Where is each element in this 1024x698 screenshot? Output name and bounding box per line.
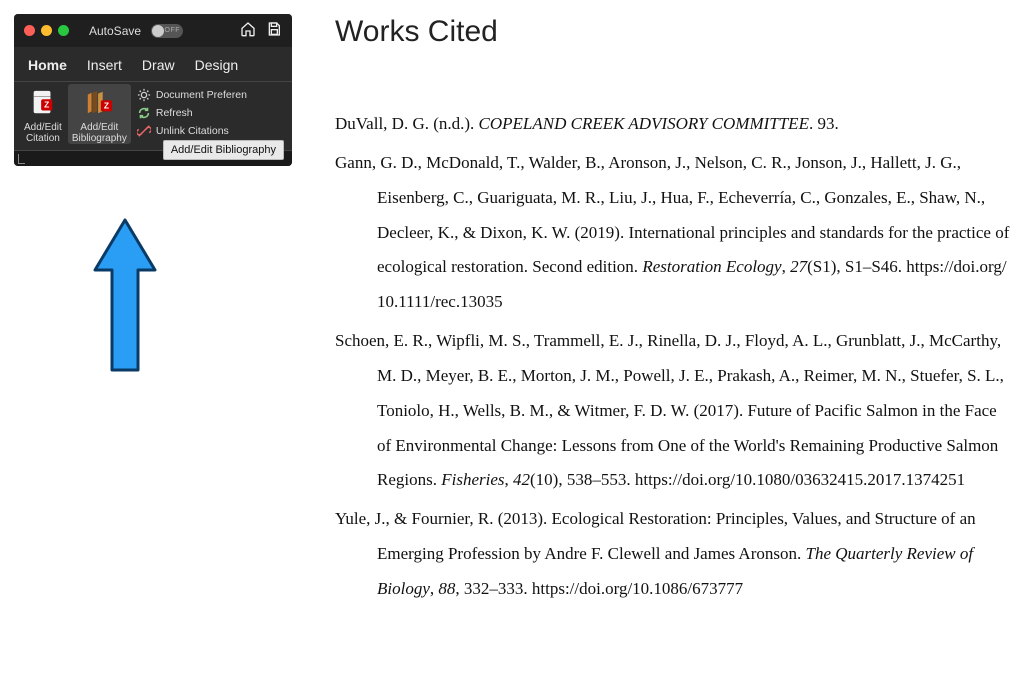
autosave-toggle-state: OFF — [165, 27, 181, 34]
bibliography-icon: Z — [82, 88, 116, 118]
tab-insert[interactable]: Insert — [87, 57, 122, 73]
tab-design[interactable]: Design — [195, 57, 239, 73]
save-icon[interactable] — [266, 21, 282, 40]
tab-home[interactable]: Home — [28, 57, 67, 73]
document-preferences-label: Document Preferen — [156, 89, 247, 101]
refresh-label: Refresh — [156, 107, 193, 119]
titlebar-icons — [240, 21, 282, 40]
window-titlebar: AutoSave OFF — [14, 14, 292, 47]
works-cited-document: Works Cited DuVall, D. G. (n.d.). COPELA… — [335, 15, 1015, 611]
document-preferences-button[interactable]: Document Preferen — [137, 88, 247, 102]
refresh-button[interactable]: Refresh — [137, 106, 247, 120]
entry-text: DuVall, D. G. (n.d.). — [335, 114, 479, 133]
autosave-toggle-knob — [152, 25, 164, 37]
add-edit-citation-button[interactable]: Z Add/Edit Citation — [20, 84, 66, 144]
bibliography-tooltip: Add/Edit Bibliography — [163, 140, 284, 160]
autosave-label: AutoSave — [89, 24, 141, 38]
citation-entry: Schoen, E. R., Wipfli, M. S., Trammell, … — [335, 324, 1015, 498]
document-ruler-strip: Add/Edit Bibliography — [14, 150, 292, 166]
entry-text: , 332–333. — [455, 579, 532, 598]
entry-text: . 93. — [809, 114, 839, 133]
window-controls — [24, 25, 69, 36]
entry-text: (S1), S1–S46. — [807, 257, 906, 276]
svg-text:Z: Z — [104, 101, 109, 111]
add-edit-bibliography-button[interactable]: Z Add/Edit Bibliography — [68, 84, 131, 144]
citation-entry: DuVall, D. G. (n.d.). COPELAND CREEK ADV… — [335, 107, 1015, 142]
entry-text: (10), 538–553. — [530, 470, 635, 489]
entry-text: , — [505, 470, 514, 489]
autosave-toggle[interactable]: OFF — [151, 24, 183, 38]
close-window-button[interactable] — [24, 25, 35, 36]
ribbon-tabs: Home Insert Draw Design — [14, 47, 292, 81]
home-icon[interactable] — [240, 21, 256, 40]
entry-volume: 42 — [513, 470, 530, 489]
gear-icon — [137, 88, 151, 102]
tab-draw[interactable]: Draw — [142, 57, 175, 73]
entry-volume: 88 — [438, 579, 455, 598]
entry-title: COPELAND CREEK ADVISORY COMMITTEE — [479, 114, 809, 133]
entry-volume: 27 — [790, 257, 807, 276]
add-edit-citation-label-1: Add/Edit — [24, 122, 62, 133]
svg-text:Z: Z — [44, 100, 49, 110]
fullscreen-window-button[interactable] — [58, 25, 69, 36]
add-edit-citation-label-2: Citation — [26, 133, 60, 144]
citation-icon: Z — [26, 88, 60, 118]
add-edit-bibliography-label-1: Add/Edit — [80, 122, 118, 133]
unlink-citations-label: Unlink Citations — [156, 125, 229, 137]
entry-text: Schoen, E. R., Wipfli, M. S., Trammell, … — [335, 331, 1004, 489]
word-ribbon-panel: AutoSave OFF Home Insert Draw Design — [14, 14, 292, 166]
minimize-window-button[interactable] — [41, 25, 52, 36]
entry-journal: Fisheries — [441, 470, 504, 489]
unlink-citations-button[interactable]: Unlink Citations — [137, 124, 247, 138]
citation-entry: Yule, J., & Fournier, R. (2013). Ecologi… — [335, 502, 1015, 607]
add-edit-bibliography-label-2: Bibliography — [72, 133, 127, 144]
citation-entry: Gann, G. D., McDonald, T., Walder, B., A… — [335, 146, 1015, 320]
refresh-icon — [137, 106, 151, 120]
ribbon-small-actions: Document Preferen Refresh Unlink Citatio… — [133, 84, 249, 144]
callout-arrow — [90, 215, 160, 375]
entry-doi: https://doi.org/10.1086/673777 — [532, 579, 743, 598]
entry-doi: https://doi.org/10.1080/03632415.2017.13… — [635, 470, 965, 489]
unlink-icon — [137, 124, 151, 138]
entry-text: , — [782, 257, 791, 276]
page-title: Works Cited — [335, 15, 1015, 49]
entry-journal: Restoration Ecology — [642, 257, 781, 276]
